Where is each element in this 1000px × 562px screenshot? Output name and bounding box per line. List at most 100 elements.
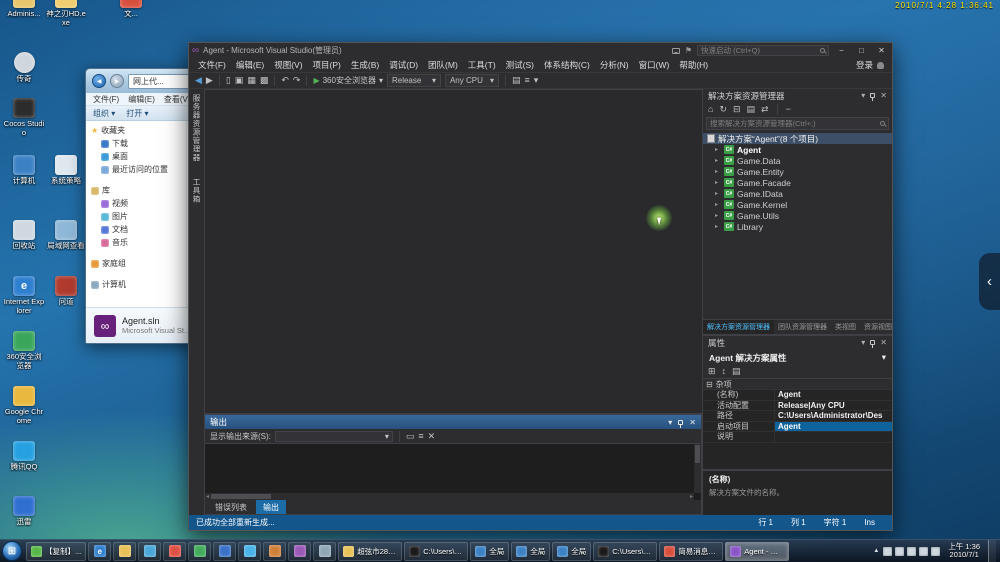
taskbar-icon-qq[interactable] bbox=[238, 542, 261, 561]
taskbar-icon-chrome[interactable] bbox=[163, 542, 186, 561]
project-node-game-entity[interactable]: ▸C#Game.Entity bbox=[703, 166, 892, 177]
tray-action-center-icon[interactable] bbox=[919, 547, 928, 556]
vertical-scrollbar[interactable] bbox=[694, 444, 701, 493]
output-panel-header[interactable]: 输出 ▾ ✕ bbox=[205, 415, 701, 429]
vs-menu-c[interactable]: 体系结构(C) bbox=[539, 59, 595, 71]
taskbar-icon-windows-explorer[interactable] bbox=[113, 542, 136, 561]
property-value[interactable]: Agent bbox=[775, 390, 892, 400]
vs-menu-f[interactable]: 文件(F) bbox=[193, 59, 231, 71]
chevron-right-icon[interactable]: ▸ bbox=[715, 212, 721, 219]
word-wrap-icon[interactable]: ≡ bbox=[418, 432, 423, 441]
project-node-game-kernel[interactable]: ▸C#Game.Kernel bbox=[703, 199, 892, 210]
desktop-icon-game[interactable]: 问道 bbox=[45, 276, 87, 307]
vs-titlebar[interactable]: ∞ Agent - Microsoft Visual Studio(管理员) ⚑… bbox=[189, 43, 892, 58]
open-file-icon[interactable]: ▣ bbox=[235, 76, 244, 85]
close-button[interactable]: ✕ bbox=[874, 46, 889, 55]
property-value[interactable]: Release|Any CPU bbox=[775, 401, 892, 411]
explorer-tree-item-recent-places[interactable]: 最近访问的位置 bbox=[86, 163, 186, 176]
pin-icon[interactable] bbox=[870, 340, 875, 345]
taskbar-button-visual-studio-window-button[interactable]: Agent - Mic... bbox=[725, 542, 789, 561]
desktop-icon-recycle-bin[interactable]: 回收站 bbox=[3, 220, 45, 251]
vs-menu-w[interactable]: 窗口(W) bbox=[634, 59, 675, 71]
close-icon[interactable]: ✕ bbox=[689, 418, 696, 427]
configuration-dropdown[interactable]: Release ▾ bbox=[387, 74, 441, 87]
desktop-icon-documents[interactable]: 系统策略 bbox=[45, 155, 87, 186]
taskbar-button-cmd-window-2[interactable]: C:\Users\Ad... bbox=[593, 542, 657, 561]
property-value[interactable] bbox=[775, 432, 892, 442]
project-node-library[interactable]: ▸C#Library bbox=[703, 221, 892, 232]
explorer-tree-item-computer[interactable]: 计算机 bbox=[86, 278, 186, 291]
tray-volume-icon[interactable] bbox=[895, 547, 904, 556]
start-button[interactable]: ⊞ bbox=[2, 541, 22, 561]
output-source-dropdown[interactable]: ▾ bbox=[275, 431, 393, 442]
tray-power-icon[interactable] bbox=[931, 547, 940, 556]
horizontal-scrollbar[interactable]: ◂ ▸ bbox=[205, 493, 694, 500]
property-row[interactable]: 说明 bbox=[703, 432, 892, 443]
properties-icon[interactable]: ▤ bbox=[747, 105, 756, 114]
project-node-game-idata[interactable]: ▸C#Game.IData bbox=[703, 188, 892, 199]
desktop-icon-folder[interactable]: 神之刃HD.exe bbox=[45, 0, 87, 27]
vs-menu-p[interactable]: 项目(P) bbox=[308, 59, 346, 71]
desktop-icon-disc[interactable]: 传奇 bbox=[3, 52, 45, 84]
taskbar-button-notepad-window[interactable]: 【复制】... bbox=[26, 542, 86, 561]
desktop-icon-internet-explorer[interactable]: eInternet Explorer bbox=[3, 276, 45, 315]
taskbar-icon-thunder[interactable] bbox=[213, 542, 236, 561]
quick-launch-input[interactable]: 快速启动 (Ctrl+Q) bbox=[697, 45, 829, 56]
desktop-icon-360-browser[interactable]: 360安全浏览器 bbox=[3, 331, 45, 370]
tab-toolbox[interactable]: 工具箱 bbox=[191, 178, 202, 204]
explorer-tree-item-downloads[interactable]: 下载 bbox=[86, 137, 186, 150]
property-value[interactable]: Agent bbox=[775, 422, 892, 432]
close-icon[interactable]: ✕ bbox=[880, 338, 887, 347]
save-all-icon[interactable]: ▩ bbox=[260, 76, 269, 85]
vs-menu-n[interactable]: 分析(N) bbox=[595, 59, 634, 71]
chevron-right-icon[interactable]: ▸ bbox=[715, 179, 721, 186]
scroll-right-icon[interactable]: ▸ bbox=[690, 493, 693, 500]
explorer-tree-item-pictures[interactable]: 图片 bbox=[86, 210, 186, 223]
editor-area[interactable] bbox=[204, 89, 702, 414]
desktop-icon-computer[interactable]: 计算机 bbox=[3, 155, 45, 186]
window-position-icon[interactable]: ▾ bbox=[861, 91, 865, 100]
vs-menu-h[interactable]: 帮助(H) bbox=[674, 59, 713, 71]
toolbar-overflow-icon[interactable]: ▾ bbox=[534, 76, 539, 85]
explorer-forward-button[interactable]: ▶ bbox=[110, 74, 124, 88]
vs-menu-s[interactable]: 测试(S) bbox=[501, 59, 539, 71]
property-row[interactable]: 活动配置Release|Any CPU bbox=[703, 401, 892, 412]
desktop-icon-cocos-studio[interactable]: Cocos Studio bbox=[3, 98, 45, 137]
find-in-files-icon[interactable]: ▤ bbox=[512, 76, 521, 85]
navigate-back-icon[interactable]: ◀ bbox=[195, 76, 202, 85]
property-row[interactable]: (名称)Agent bbox=[703, 390, 892, 401]
categorized-icon[interactable]: ⊞ bbox=[708, 367, 716, 376]
properties-header[interactable]: 属性 ▾ ✕ bbox=[703, 336, 892, 349]
toolbar-options-icon[interactable]: ≡ bbox=[524, 76, 529, 85]
property-row[interactable]: 路径C:\Users\Administrator\Des bbox=[703, 411, 892, 422]
project-node-game-utils[interactable]: ▸C#Game.Utils bbox=[703, 210, 892, 221]
taskbar-icon-internet-explorer[interactable]: e bbox=[88, 542, 111, 561]
explorer-tree-item-videos[interactable]: 视频 bbox=[86, 197, 186, 210]
new-file-icon[interactable]: ▯ bbox=[226, 76, 231, 85]
taskbar-icon-mail[interactable] bbox=[263, 542, 286, 561]
taskbar-button-app-window-3[interactable]: 全局 bbox=[552, 542, 591, 561]
panel-tab[interactable]: 类视图 bbox=[831, 320, 860, 334]
vs-menu-d[interactable]: 调试(D) bbox=[384, 59, 423, 71]
solution-search-input[interactable]: 搜索解决方案资源管理器(Ctrl+;) bbox=[706, 117, 889, 130]
feedback-icon[interactable] bbox=[672, 48, 680, 54]
window-position-icon[interactable]: ▾ bbox=[668, 418, 672, 427]
panel-tab[interactable]: 团队资源管理器 bbox=[774, 320, 831, 334]
tray-network-icon[interactable] bbox=[907, 547, 916, 556]
explorer-command-button[interactable]: 组织 ▾ bbox=[93, 108, 115, 119]
property-row[interactable]: 启动项目Agent bbox=[703, 422, 892, 433]
property-value[interactable]: C:\Users\Administrator\Des bbox=[775, 411, 892, 421]
panel-tab[interactable]: 错误列表 bbox=[208, 500, 254, 514]
output-content[interactable]: ◂ ▸ bbox=[205, 444, 701, 500]
explorer-menu-item[interactable]: 查看(V) bbox=[164, 94, 191, 105]
scroll-left-icon[interactable]: ◂ bbox=[206, 493, 209, 500]
screen-edge-sidebar-handle[interactable]: ‹ bbox=[979, 253, 1000, 310]
undo-icon[interactable]: ↶ bbox=[281, 76, 289, 85]
collapse-all-icon[interactable]: ⊟ bbox=[733, 105, 741, 114]
chevron-right-icon[interactable]: ▸ bbox=[715, 223, 721, 230]
properties-object-dropdown[interactable]: Agent 解决方案属性 ▾ bbox=[706, 350, 889, 365]
close-icon[interactable]: ✕ bbox=[880, 91, 887, 100]
explorer-tree-item-libraries[interactable]: 库 bbox=[86, 184, 186, 197]
explorer-menu-item[interactable]: 编辑(E) bbox=[128, 94, 155, 105]
pin-icon[interactable] bbox=[870, 93, 875, 98]
